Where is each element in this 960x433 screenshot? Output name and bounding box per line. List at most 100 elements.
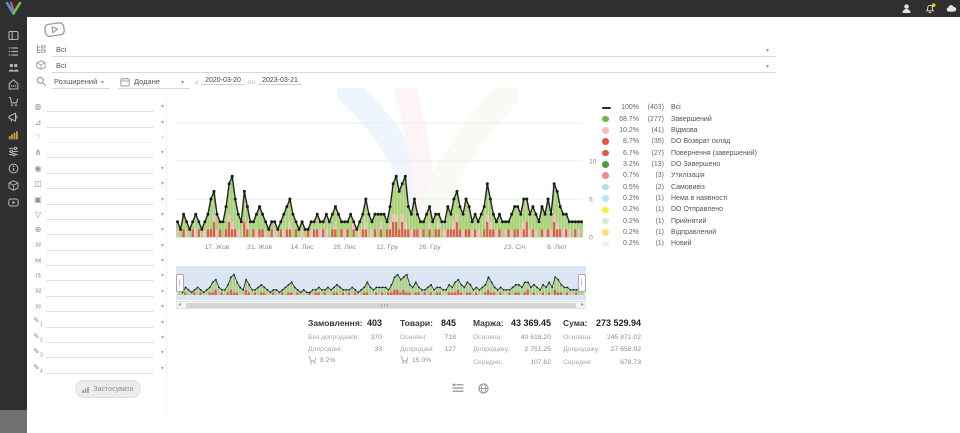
legend-item[interactable]: 3.2%(13)DO Завершено	[602, 159, 780, 170]
var-m-filter-input[interactable]	[46, 255, 154, 266]
navigator-left-handle[interactable]	[176, 274, 184, 292]
pencil-2-caret-icon[interactable]: ▾	[154, 334, 164, 341]
product-filter-value[interactable]: Всі	[56, 61, 66, 70]
product-filter-input[interactable]	[52, 72, 776, 73]
legend-item[interactable]: 0.2%(1)DO Отправлено	[602, 204, 780, 215]
pencil-1-caret-icon[interactable]: ▾	[154, 319, 164, 326]
chart-scrollbar[interactable]: ◂ ▸	[176, 301, 586, 309]
filter-row-var-m[interactable]: {м}▾	[30, 253, 164, 268]
legend-item[interactable]: 6.7%(27)Повернення (завершений)	[602, 147, 780, 158]
filter-row-var-x[interactable]: {х}▾	[30, 299, 164, 314]
var-x-filter-input[interactable]	[46, 301, 154, 312]
sidebar-item-products[interactable]	[8, 180, 19, 191]
filter-row-cube[interactable]: ◫▾	[30, 176, 164, 191]
legend-item[interactable]: 0.2%(1)Новий	[602, 238, 780, 249]
legend-item[interactable]: 0.2%(1)Відправлений	[602, 227, 780, 238]
scrollbar-thumb[interactable]	[186, 303, 576, 308]
funnel-filter-input[interactable]	[46, 209, 154, 220]
fingerprint-filter-input[interactable]	[46, 163, 154, 174]
sidebar-item-store[interactable]	[8, 79, 19, 90]
filter-row-var-t[interactable]: {т}▾	[30, 268, 164, 283]
category-filter-input[interactable]	[52, 56, 776, 57]
list-view-icon[interactable]	[452, 383, 464, 393]
money-caret-icon[interactable]: ▾	[154, 196, 164, 203]
var-c-filter-input[interactable]	[46, 286, 154, 297]
filter-row-var-s[interactable]: {s}▾	[30, 238, 164, 253]
sidebar-item-video[interactable]	[8, 197, 19, 208]
search-mode-caret-icon[interactable]: ▾	[101, 79, 104, 86]
apply-button[interactable]: Застосувати	[75, 380, 141, 398]
date-to-input[interactable]: 2023-03-21	[258, 77, 302, 85]
sitemap-filter-input[interactable]	[46, 147, 154, 158]
filter-row-sitemap[interactable]: ⋔▾	[30, 145, 164, 160]
var-m-caret-icon[interactable]: ▾	[154, 257, 164, 264]
globe-filter-input[interactable]	[46, 101, 154, 112]
filter-row-globe[interactable]: ◍▾	[30, 99, 164, 114]
var-s-filter-input[interactable]	[46, 240, 154, 251]
category-filter-value[interactable]: Всі	[56, 45, 66, 54]
cube-caret-icon[interactable]: ▾	[154, 180, 164, 187]
date-field-select[interactable]: Додане	[134, 77, 160, 86]
ruler-caret-icon[interactable]: ▾	[154, 119, 164, 126]
filter-row-pencil-2[interactable]: ✎2▾	[30, 330, 164, 345]
pencil-3-filter-input[interactable]	[46, 347, 154, 358]
legend-item[interactable]: 0.7%(3)Утилізація	[602, 170, 780, 181]
sidebar-item-orders[interactable]	[8, 46, 19, 57]
product-caret-icon[interactable]: ▾	[766, 63, 769, 70]
sidebar-item-analytics[interactable]	[8, 129, 19, 140]
fingerprint-caret-icon[interactable]: ▾	[154, 165, 164, 172]
notifications-icon[interactable]	[925, 3, 936, 14]
globe-caret-icon[interactable]: ▾	[154, 103, 164, 110]
filter-row-fingerprint[interactable]: ◉▾	[30, 161, 164, 176]
sidebar-item-settings[interactable]	[8, 146, 19, 157]
legend-item[interactable]: 0.2%(1)Нема в наявності	[602, 193, 780, 204]
sidebar-footer[interactable]	[0, 410, 27, 433]
var-t-caret-icon[interactable]: ▾	[154, 272, 164, 279]
theme-icon[interactable]	[901, 3, 912, 14]
navigator-right-handle[interactable]	[578, 274, 586, 292]
filter-row-var-c[interactable]: {ц}▾	[30, 284, 164, 299]
filter-row-ruler[interactable]: ⊿▾	[30, 114, 164, 129]
legend-item[interactable]: 0.5%(2)Самовивіз	[602, 181, 780, 192]
filter-row-pencil-4[interactable]: ✎4▾	[30, 361, 164, 376]
sidebar-item-purchases[interactable]	[8, 96, 19, 107]
filter-row-funnel[interactable]: ▽▾	[30, 207, 164, 222]
scroll-left-icon[interactable]: ◂	[178, 302, 181, 309]
date-field-caret-icon[interactable]: ▾	[181, 79, 184, 86]
var-c-caret-icon[interactable]: ▾	[154, 288, 164, 295]
sitemap-caret-icon[interactable]: ▾	[154, 149, 164, 156]
filter-row-pencil-1[interactable]: ✎1▾	[30, 314, 164, 329]
globe-view-icon[interactable]	[478, 383, 489, 394]
pencil-2-filter-input[interactable]	[46, 332, 154, 343]
filter-row-globe-grid[interactable]: ⊕▾	[30, 222, 164, 237]
sidebar-item-dashboard[interactable]	[8, 30, 19, 41]
legend-item[interactable]: 0.2%(1)Прийнятий	[602, 215, 780, 226]
scroll-right-icon[interactable]: ▸	[581, 302, 584, 309]
legend-item[interactable]: 8.7%(35)DO Возврат склад	[602, 136, 780, 147]
filter-row-pencil-3[interactable]: ✎3▾	[30, 345, 164, 360]
var-x-caret-icon[interactable]: ▾	[154, 303, 164, 310]
legend-item[interactable]: 10.2%(41)Відмова	[602, 125, 780, 136]
sidebar-item-customers[interactable]	[8, 62, 19, 73]
category-caret-icon[interactable]: ▾	[766, 47, 769, 54]
sidebar-item-marketing[interactable]	[8, 112, 19, 123]
var-s-caret-icon[interactable]: ▾	[154, 242, 164, 249]
video-tour-icon[interactable]	[43, 21, 67, 39]
funnel-caret-icon[interactable]: ▾	[154, 211, 164, 218]
pencil-4-filter-input[interactable]	[46, 363, 154, 374]
cloud-icon[interactable]	[946, 3, 957, 14]
date-from-input[interactable]: 2020-03-20	[201, 77, 245, 85]
var-t-filter-input[interactable]	[46, 270, 154, 281]
search-mode-select[interactable]: Розширений	[54, 77, 97, 86]
legend-item[interactable]: 100%(403)Всі	[602, 102, 780, 113]
globe-grid-filter-input[interactable]	[46, 224, 154, 235]
pencil-1-filter-input[interactable]	[46, 317, 154, 328]
globe-grid-caret-icon[interactable]: ▾	[154, 226, 164, 233]
chart-navigator[interactable]	[176, 266, 586, 300]
pencil-3-caret-icon[interactable]: ▾	[154, 349, 164, 356]
ruler-filter-input[interactable]	[46, 117, 154, 128]
money-filter-input[interactable]	[46, 194, 154, 205]
legend-item[interactable]: 68.7%(277)Завершений	[602, 113, 780, 124]
filter-row-money[interactable]: ▣▾	[30, 191, 164, 206]
pencil-4-caret-icon[interactable]: ▾	[154, 365, 164, 372]
